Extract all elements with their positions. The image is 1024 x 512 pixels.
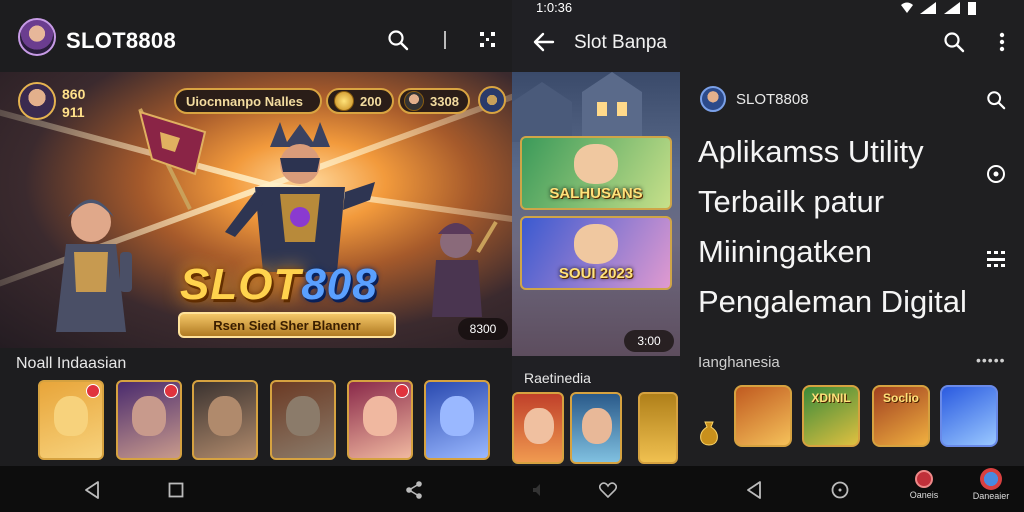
section-title: Raetinedia: [524, 370, 591, 386]
app-title: SLOT8808: [66, 28, 177, 53]
character-portrait: [574, 144, 618, 184]
hero-banner[interactable]: 860 911 Uiocnnanpo Nalles 200 3308 SLOT8…: [0, 72, 512, 348]
nav-back-icon[interactable]: [742, 478, 766, 502]
player-stat-bottom: 911: [62, 104, 85, 120]
left-app-bar: SLOT8808: [0, 0, 512, 72]
info-circle-icon[interactable]: [982, 160, 1010, 188]
more-options-dots[interactable]: •••••: [976, 352, 1006, 368]
section-title: Noall Indaasian: [16, 355, 127, 372]
search-icon[interactable]: [384, 26, 412, 54]
coin-balance-pill[interactable]: 200: [326, 88, 394, 114]
headline-line: Aplikamss Utility: [698, 134, 924, 169]
rank-avatar-icon: [404, 91, 424, 111]
toolbar-divider: [444, 31, 446, 49]
search-icon[interactable]: [940, 28, 968, 56]
share-icon[interactable]: [402, 478, 426, 502]
right-app-window: SLOT8808 Aplikamss Utility Terbailk patu…: [680, 0, 1024, 466]
town-backdrop-illustration: [512, 72, 642, 142]
game-thumbnail[interactable]: [512, 392, 564, 464]
coin-bag-icon: [698, 420, 720, 446]
app-avatar[interactable]: [18, 18, 56, 56]
grid-icon[interactable]: [474, 26, 502, 54]
banner-counter-badge: 8300: [458, 318, 508, 340]
featured-card-label: SOUI 2023: [558, 265, 634, 282]
game-thumbnail-bearded-warrior[interactable]: [192, 380, 258, 460]
left-app-window: SLOT8808 860 911 Uiocnnanpo Nalles 200 3…: [0, 0, 512, 466]
nav-shortcut-first[interactable]: Oaneis: [904, 470, 944, 500]
character-portrait: [132, 396, 166, 437]
headline-line: Pengaleman Digital: [698, 284, 967, 319]
featured-card[interactable]: SOUI 2023: [520, 216, 672, 290]
app-thumbnail-flame-sword-tile[interactable]: [734, 385, 792, 447]
game-thumbnail-armored-knight[interactable]: [270, 380, 336, 460]
guild-emblem-icon[interactable]: [478, 86, 506, 114]
heart-icon[interactable]: [596, 478, 620, 502]
wifi-icon: [901, 2, 913, 13]
app-avatar[interactable]: [700, 86, 726, 112]
banner-title-text: Uiocnnanpo Nalles: [186, 93, 304, 109]
featured-card[interactable]: SALHUSANS: [520, 136, 672, 210]
notification-badge: [395, 384, 409, 398]
headline-line: Miiningatken: [698, 234, 873, 269]
character-portrait: [208, 396, 242, 437]
app-thumbnail-blue-mascot-tile[interactable]: [940, 385, 998, 447]
game-thumbnail-pirate-captain[interactable]: [116, 380, 182, 460]
page-title: Slot Banpa: [574, 32, 667, 53]
character-portrait: [54, 396, 88, 437]
mute-icon[interactable]: [526, 478, 550, 502]
app-thumbnail-label: Soclio: [882, 391, 919, 405]
score-pill[interactable]: 3308: [398, 88, 470, 114]
featured-panel: [512, 72, 680, 356]
player-avatar[interactable]: [18, 82, 56, 120]
back-arrow-icon[interactable]: [530, 28, 558, 56]
player-stat-top: 860: [62, 86, 86, 102]
banner-title-pill[interactable]: Uiocnnanpo Nalles: [174, 88, 322, 114]
featured-card-label: SALHUSANS: [549, 185, 643, 202]
battery-icon: [968, 2, 976, 15]
goblin-illustration: [432, 220, 498, 317]
game-thumbnail-golden-heroine[interactable]: [38, 380, 104, 460]
nav-shortcut-second[interactable]: Daneaier: [966, 468, 1016, 501]
nav-shortcut-label: Oaneis: [909, 490, 939, 500]
app-thumbnail-label: XDINIL: [811, 391, 851, 405]
game-thumbnail-red-hat-girl[interactable]: [347, 380, 413, 460]
status-time: 1:0:36: [536, 0, 573, 15]
headline-line: Terbailk patur: [698, 184, 885, 219]
search-icon[interactable]: [982, 86, 1010, 114]
character-portrait: [286, 396, 320, 437]
more-vertical-icon[interactable]: [988, 28, 1016, 56]
nav-back-icon[interactable]: [80, 478, 104, 502]
heart-badge-icon: [915, 470, 933, 488]
coin-balance: 200: [360, 93, 382, 109]
timer-badge: 3:00: [624, 330, 674, 352]
character-portrait: [440, 396, 474, 437]
score-value: 3308: [430, 93, 459, 109]
signal-strength-icon: [944, 2, 960, 14]
notification-badge: [86, 384, 100, 398]
character-portrait: [363, 396, 397, 437]
game-thumbnail-blue-sword-hero[interactable]: [424, 380, 490, 460]
apps-grid-icon[interactable]: [982, 244, 1010, 272]
nav-recents-icon[interactable]: [164, 478, 188, 502]
notification-badge: [164, 384, 178, 398]
banner-cta-button[interactable]: Rsen Sied Sher Blanenr: [178, 312, 396, 338]
middle-app-window: Slot Banpa SALHUSANS SOUI 2023 3:00 Raeti…: [512, 0, 680, 466]
game-logo: SLOT808: [180, 260, 378, 309]
game-thumbnail[interactable]: [570, 392, 622, 464]
game-thumbnail[interactable]: [638, 392, 678, 464]
app-name: SLOT8808: [736, 91, 809, 108]
status-icons: [900, 0, 976, 16]
character-portrait: [574, 224, 618, 264]
system-navigation-bar: [0, 466, 1024, 512]
left-warrior-illustration: [56, 199, 132, 332]
nav-shortcut-label: Daneaier: [972, 491, 1010, 501]
nav-home-icon[interactable]: [828, 478, 852, 502]
app-thumbnail-soclio-tile[interactable]: Soclio: [872, 385, 930, 447]
section-title: Ianghanesia: [698, 354, 780, 371]
globe-badge-icon: [980, 468, 1002, 490]
app-thumbnail-xdinil-tile[interactable]: XDINIL: [802, 385, 860, 447]
signal-icon: [920, 2, 936, 14]
coin-icon: [334, 91, 354, 111]
